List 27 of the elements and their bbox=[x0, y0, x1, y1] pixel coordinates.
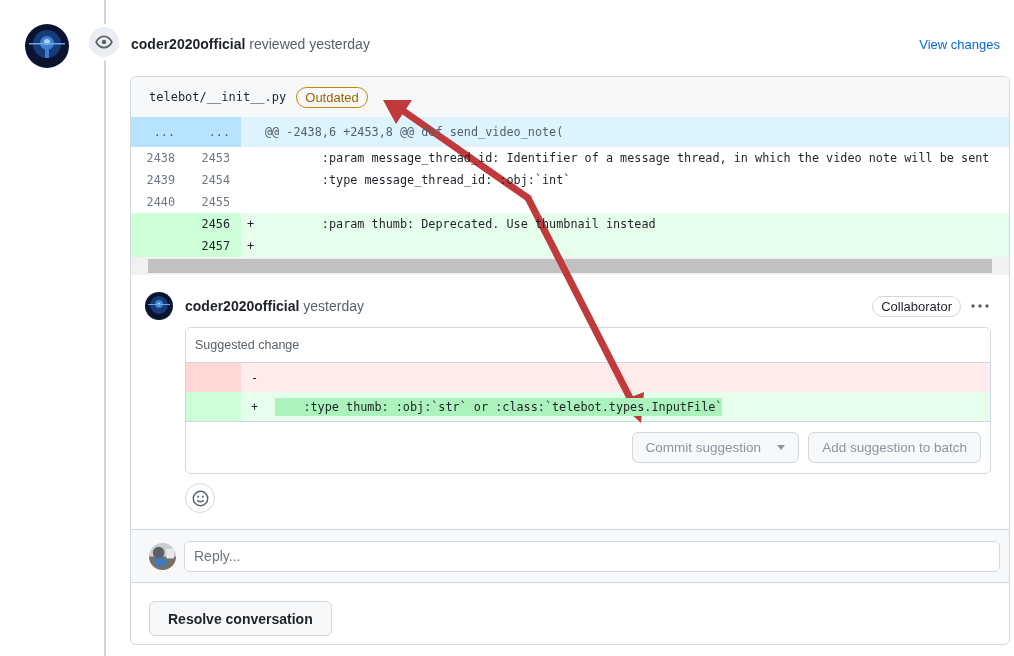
line-number: ... bbox=[186, 117, 241, 147]
line-number: 2454 bbox=[200, 172, 231, 189]
line-number: 2455 bbox=[200, 194, 231, 211]
diff-marker: - bbox=[250, 370, 260, 385]
smiley-icon bbox=[191, 489, 209, 507]
more-options-icon[interactable] bbox=[971, 304, 989, 308]
reply-field[interactable]: Reply... bbox=[184, 540, 1000, 572]
file-path: telebot/__init__.py bbox=[149, 90, 287, 104]
review-title: coder2020official reviewed yesterday bbox=[131, 36, 370, 52]
diff-marker: + bbox=[246, 239, 256, 253]
view-changes-link[interactable]: View changes bbox=[919, 36, 1000, 52]
diff-marker: + bbox=[246, 217, 256, 231]
diff-marker: + bbox=[250, 399, 260, 414]
gutter-cell bbox=[186, 392, 241, 421]
line-number: ... bbox=[131, 117, 186, 147]
line-number: 2453 bbox=[200, 150, 231, 167]
line-number: 2439 bbox=[145, 172, 176, 189]
line-number: 2456 bbox=[186, 213, 241, 235]
horizontal-scrollbar[interactable] bbox=[131, 257, 1009, 275]
suggestion-title: Suggested change bbox=[195, 338, 300, 352]
resolve-conversation-button[interactable]: Resolve conversation bbox=[149, 601, 332, 636]
gutter-cell bbox=[186, 363, 241, 392]
line-number: 2457 bbox=[186, 235, 241, 257]
line-number: 2440 bbox=[145, 194, 176, 211]
comment-author: coder2020official yesterday bbox=[185, 298, 364, 314]
line-number: 2438 bbox=[145, 150, 176, 167]
eye-icon bbox=[89, 27, 119, 57]
